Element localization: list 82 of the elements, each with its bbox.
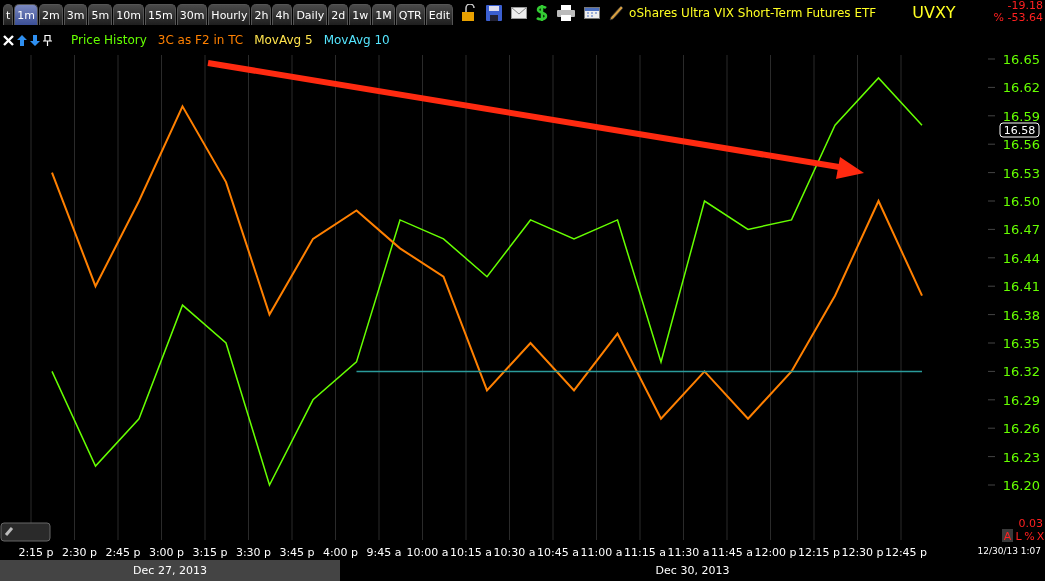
x-axis-label: 10:45 a — [537, 546, 579, 559]
legend-label[interactable]: Price History — [71, 33, 147, 47]
y-axis-label: 16.53 — [1002, 165, 1040, 181]
legend-label[interactable]: MovAvg 10 — [323, 33, 390, 47]
timeframe-tab[interactable]: 1m — [14, 4, 39, 25]
x-axis-label: 10:15 a — [450, 546, 492, 559]
timestamp: 12/30/13 1:07 — [977, 546, 1041, 556]
timeframe-tab[interactable]: 4h — [272, 4, 293, 25]
y-axis-label: 16.50 — [1002, 194, 1040, 209]
timeframe-tab[interactable]: t — [3, 4, 14, 25]
pin-icon[interactable] — [43, 34, 52, 46]
timeframe-tab[interactable]: Edit — [425, 4, 454, 25]
scale-option[interactable]: X — [1036, 530, 1045, 543]
timeframe-tab[interactable]: 10m — [113, 4, 144, 25]
timeframe-tab[interactable]: 2d — [328, 4, 349, 25]
timeframe-tab[interactable]: 30m — [176, 4, 208, 25]
print-icon[interactable] — [557, 4, 576, 21]
x-axis-label: 3:45 p — [279, 546, 315, 559]
y-axis-label: 16.26 — [1002, 421, 1040, 437]
y-axis-label: 16.47 — [1002, 222, 1040, 238]
x-axis-label: 2:30 p — [61, 546, 98, 559]
close-icon[interactable] — [3, 34, 14, 46]
timeframe-tab[interactable]: 2m — [39, 4, 63, 25]
x-axis-label: 10:00 a — [406, 546, 449, 559]
timeframe-tab[interactable]: 2h — [251, 4, 272, 25]
x-axis-label: 3:30 p — [235, 546, 272, 559]
date-label: Dec 30, 2013 — [655, 564, 730, 577]
x-axis-label: 3:15 p — [192, 546, 228, 559]
timeframe-tab[interactable]: QTR — [395, 4, 425, 25]
y-axis-label: 16.56 — [1002, 137, 1040, 153]
down-arrow-icon[interactable] — [30, 34, 40, 46]
x-axis-label: 2:15 p — [18, 546, 54, 559]
price-change: -19.18 — [1007, 0, 1043, 12]
timeframe-tab[interactable]: 1M — [372, 4, 395, 25]
y-axis-label: 16.20 — [1002, 478, 1040, 493]
y-axis-label: 16.62 — [1002, 80, 1040, 96]
calendar-icon[interactable] — [584, 6, 601, 19]
scale-option[interactable]: L — [1015, 530, 1022, 543]
x-axis-label: 12:30 p — [841, 546, 884, 559]
x-axis-label: 11:15 a — [624, 546, 666, 559]
timeframe-tab[interactable]: Daily — [293, 4, 328, 25]
x-axis-label: 12:00 p — [754, 546, 797, 559]
y-axis-label: 16.41 — [1002, 279, 1040, 295]
timeframe-tab[interactable]: 5m — [88, 4, 113, 25]
y-axis-label: 16.38 — [1002, 307, 1040, 323]
y-axis-label: 16.65 — [1002, 55, 1040, 67]
mail-icon[interactable] — [511, 6, 528, 19]
x-axis-label: 12:45 p — [884, 546, 928, 559]
x-axis-label: 3:00 p — [148, 546, 185, 559]
y-axis-label: 16.29 — [1002, 392, 1040, 408]
percent-change: % -53.64 — [993, 12, 1043, 24]
pencil-icon[interactable] — [609, 4, 624, 21]
ticker-symbol: UVXY — [912, 3, 956, 22]
dollar-icon[interactable] — [536, 3, 549, 22]
y-axis-label: 16.35 — [1002, 336, 1040, 351]
lock-icon[interactable] — [461, 3, 478, 22]
x-axis-label: 2:45 p — [105, 546, 141, 559]
timeframe-tab[interactable]: 3m — [63, 4, 88, 25]
y-axis-label: 16.44 — [1002, 250, 1040, 266]
last-price-tag: 16.58 — [999, 122, 1040, 138]
x-axis-label: 11:30 a — [667, 546, 710, 559]
timeframe-tab[interactable]: 15m — [144, 4, 176, 25]
x-axis-label: 11:00 a — [580, 546, 623, 559]
x-axis-label: 9:45 a — [366, 546, 402, 559]
security-name: oShares Ultra VIX Short-Term Futures ETF — [629, 5, 877, 20]
x-axis-label: 11:45 a — [711, 546, 753, 559]
timeframe-tab[interactable]: 1w — [349, 4, 372, 25]
scroll-thumb[interactable] — [0, 522, 51, 542]
y-axis-label: 16.59 — [1002, 108, 1040, 124]
x-axis-label: 10:30 a — [493, 546, 536, 559]
scale-option[interactable]: % — [1024, 530, 1035, 543]
date-label: Dec 27, 2013 — [133, 564, 207, 577]
y-axis-label: 16.23 — [1002, 449, 1040, 465]
timeframe-tab[interactable]: Hourly — [208, 4, 251, 25]
save-icon[interactable] — [486, 4, 503, 21]
y-axis-label: 16.32 — [1002, 364, 1040, 380]
x-axis-label: 4:00 p — [322, 546, 359, 559]
legend-label[interactable]: 3C as F2 in TC — [157, 33, 244, 47]
x-axis-label: 12:15 p — [797, 546, 841, 559]
up-arrow-icon[interactable] — [17, 34, 27, 46]
scale-value: 0.03 — [1018, 517, 1043, 530]
legend-label[interactable]: MovAvg 5 — [254, 33, 313, 47]
